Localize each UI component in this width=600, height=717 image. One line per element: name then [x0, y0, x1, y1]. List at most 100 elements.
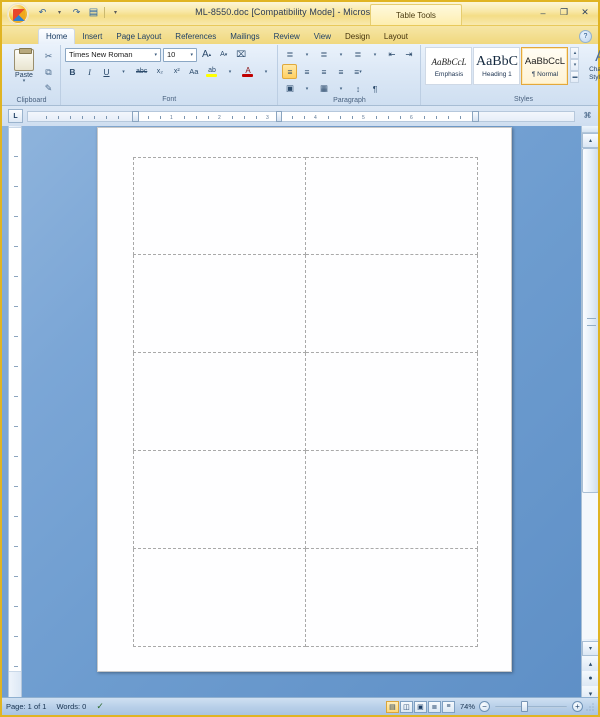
sort-button[interactable]: ↕: [350, 81, 365, 96]
outline-view-button[interactable]: ≣: [427, 700, 441, 713]
decrease-indent-button[interactable]: ⇤: [384, 47, 399, 62]
tab-references[interactable]: References: [168, 28, 223, 44]
bold-button[interactable]: B: [65, 64, 80, 79]
table-cell[interactable]: [305, 157, 478, 255]
highlight-dropdown-icon[interactable]: ▾: [222, 64, 237, 79]
tab-design[interactable]: Design: [338, 28, 377, 44]
underline-dropdown-icon[interactable]: ▾: [116, 64, 131, 79]
bullets-dropdown-icon[interactable]: ▾: [299, 47, 314, 62]
underline-button[interactable]: U: [99, 64, 114, 79]
scroll-up-button[interactable]: ▴: [582, 133, 598, 148]
font-name-combobox[interactable]: Times New Roman ▾: [65, 47, 161, 62]
table-cell[interactable]: [305, 353, 478, 451]
split-bar-handle[interactable]: [582, 126, 598, 133]
styles-scroll-up-icon[interactable]: ▴: [570, 47, 580, 59]
font-color-button[interactable]: A: [239, 64, 256, 79]
format-painter-icon[interactable]: ✎: [41, 81, 56, 96]
left-indent-marker[interactable]: [132, 111, 139, 122]
bullets-button[interactable]: ≣: [282, 47, 297, 62]
view-ruler-toggle[interactable]: ⌘: [580, 108, 595, 123]
zoom-slider-thumb[interactable]: [521, 701, 528, 712]
shading-button[interactable]: ▣: [282, 81, 297, 96]
increase-indent-button[interactable]: ⇥: [401, 47, 416, 62]
borders-button[interactable]: ▦: [316, 81, 331, 96]
page-indicator[interactable]: Page: 1 of 1: [6, 702, 46, 711]
full-screen-reading-view-button[interactable]: ◫: [399, 700, 413, 713]
resize-grip[interactable]: [586, 702, 594, 711]
align-left-button[interactable]: ≡: [282, 64, 298, 79]
style-normal[interactable]: AaBbCcL ¶ Normal: [521, 47, 569, 85]
select-browse-object-icon[interactable]: ●: [582, 671, 598, 686]
styles-scroll-down-icon[interactable]: ▾: [570, 59, 580, 71]
show-formatting-marks-button[interactable]: ¶: [367, 81, 382, 96]
previous-page-icon[interactable]: ▴: [582, 656, 598, 671]
label-table[interactable]: [133, 157, 478, 647]
maximize-button[interactable]: ❐: [555, 5, 573, 20]
tab-view[interactable]: View: [307, 28, 338, 44]
tab-page-layout[interactable]: Page Layout: [109, 28, 168, 44]
minimize-button[interactable]: –: [534, 5, 552, 20]
zoom-slider[interactable]: [495, 701, 567, 712]
help-icon[interactable]: ?: [579, 30, 592, 43]
paste-dropdown-icon[interactable]: ▾: [23, 79, 26, 84]
tab-mailings[interactable]: Mailings: [223, 28, 266, 44]
table-cell[interactable]: [133, 353, 306, 451]
numbering-button[interactable]: ≣: [316, 47, 331, 62]
change-case-button[interactable]: Aa: [186, 64, 201, 79]
borders-dropdown-icon[interactable]: ▾: [333, 81, 348, 96]
line-spacing-button[interactable]: ≡ ▾: [350, 64, 365, 79]
table-cell[interactable]: [133, 157, 306, 255]
zoom-in-button[interactable]: +: [572, 701, 583, 712]
scrollbar-thumb[interactable]: [582, 148, 598, 493]
web-layout-view-button[interactable]: ▣: [413, 700, 427, 713]
document-page[interactable]: [97, 127, 512, 672]
cut-icon[interactable]: ✂: [41, 49, 56, 64]
superscript-button[interactable]: x²: [169, 64, 184, 79]
tab-layout[interactable]: Layout: [377, 28, 415, 44]
vertical-ruler[interactable]: [8, 126, 22, 701]
font-size-chevron-down-icon[interactable]: ▾: [188, 52, 195, 58]
tab-stop-selector[interactable]: L: [8, 109, 23, 123]
styles-more-icon[interactable]: ▬: [570, 71, 580, 83]
multilevel-dropdown-icon[interactable]: ▾: [367, 47, 382, 62]
font-name-chevron-down-icon[interactable]: ▾: [152, 52, 159, 58]
print-layout-view-button[interactable]: ▤: [385, 700, 399, 713]
zoom-level[interactable]: 74%: [460, 702, 475, 711]
justify-button[interactable]: ≡: [333, 64, 348, 79]
italic-button[interactable]: I: [82, 64, 97, 79]
table-cell[interactable]: [305, 451, 478, 549]
shading-dropdown-icon[interactable]: ▾: [299, 81, 314, 96]
align-right-button[interactable]: ≡: [316, 64, 331, 79]
paste-button[interactable]: Paste ▾: [7, 47, 41, 84]
spelling-check-icon[interactable]: ✓: [96, 701, 104, 712]
font-size-combobox[interactable]: 10 ▾: [163, 47, 197, 62]
tab-insert[interactable]: Insert: [75, 28, 109, 44]
clear-formatting-button[interactable]: ⌧: [233, 47, 249, 62]
align-center-button[interactable]: ≡: [299, 64, 314, 79]
strikethrough-button[interactable]: abc: [133, 64, 150, 79]
table-cell[interactable]: [133, 451, 306, 549]
copy-icon[interactable]: ⧉: [41, 65, 56, 80]
tab-review[interactable]: Review: [267, 28, 307, 44]
horizontal-ruler[interactable]: 1 2 3 4 5 6: [27, 111, 575, 122]
style-heading-1[interactable]: AaBbC Heading 1: [473, 47, 521, 85]
right-indent-marker[interactable]: [472, 111, 479, 122]
scroll-down-button[interactable]: ▾: [582, 641, 598, 656]
font-color-dropdown-icon[interactable]: ▾: [258, 64, 273, 79]
vertical-scrollbar[interactable]: ▴ ▾ ▴ ● ▾: [581, 126, 598, 701]
multilevel-list-button[interactable]: ≣: [350, 47, 365, 62]
tab-home[interactable]: Home: [38, 28, 76, 44]
shrink-font-button[interactable]: A ▾: [216, 47, 231, 62]
change-styles-button[interactable]: A Change Styles ▾: [579, 47, 600, 82]
text-highlight-button[interactable]: ab: [203, 64, 220, 79]
table-cell[interactable]: [305, 549, 478, 647]
table-cell[interactable]: [305, 255, 478, 353]
table-cell[interactable]: [133, 255, 306, 353]
draft-view-button[interactable]: ≡: [441, 700, 455, 713]
style-emphasis[interactable]: AaBbCcL Emphasis: [425, 47, 473, 85]
numbering-dropdown-icon[interactable]: ▾: [333, 47, 348, 62]
grow-font-button[interactable]: A ▴: [199, 47, 214, 62]
zoom-out-button[interactable]: −: [479, 701, 490, 712]
table-cell[interactable]: [133, 549, 306, 647]
tab-marker[interactable]: [276, 111, 282, 122]
